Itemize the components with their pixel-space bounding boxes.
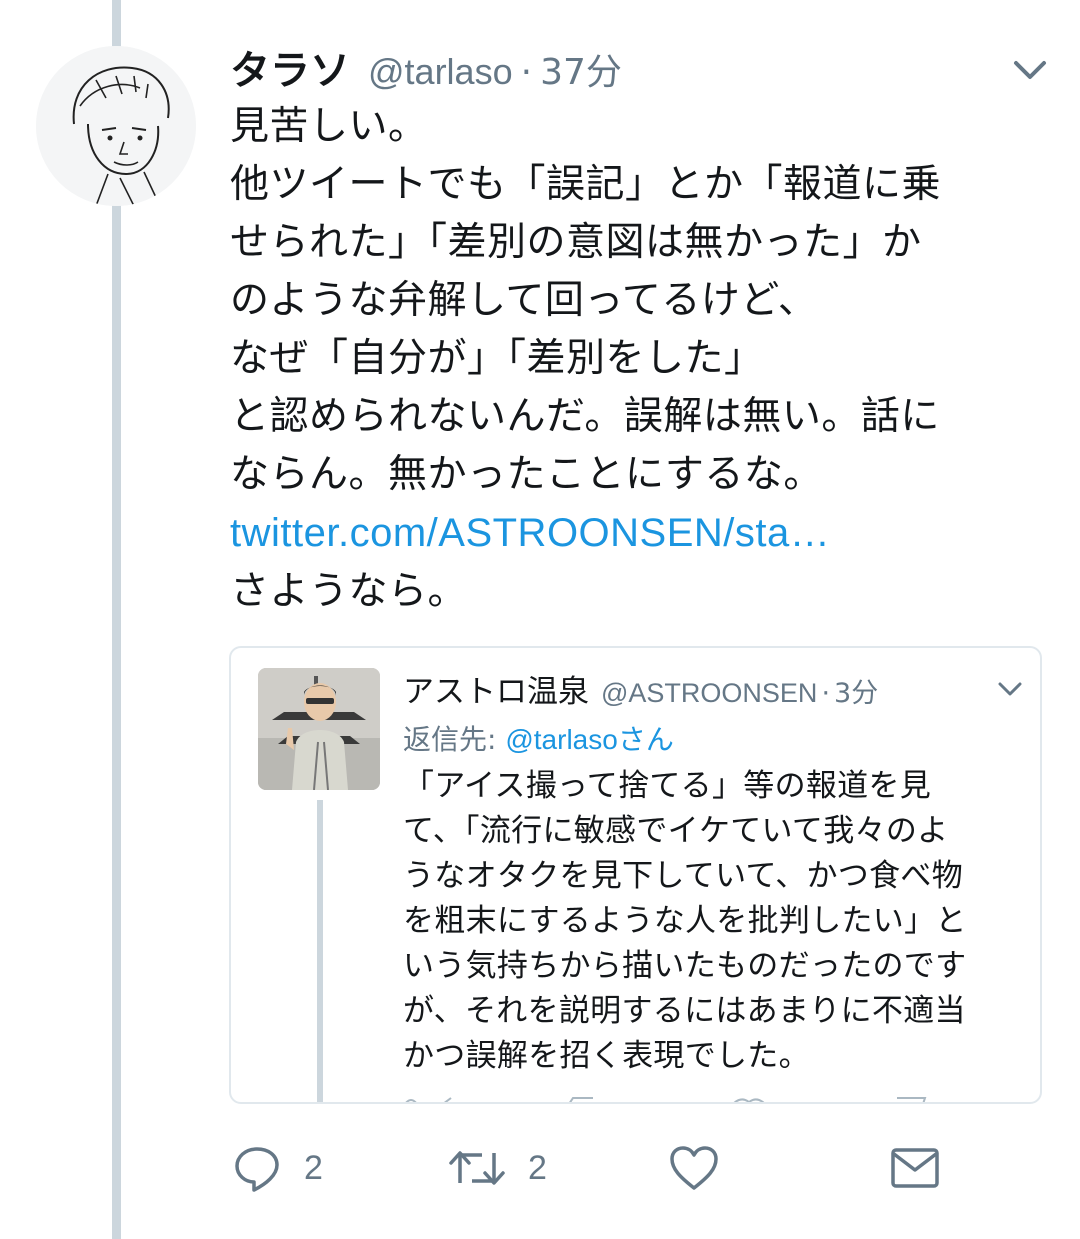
tweet-actions: 2 2 xyxy=(228,1140,988,1200)
tweet-text-line: せられた」「差別の意図は無かった」か xyxy=(230,220,922,265)
quoted-timestamp[interactable]: 3分 xyxy=(834,671,878,710)
quoted-text-line: を粗末にするような人を批判したい」と xyxy=(403,903,967,939)
quoted-user-handle[interactable]: @ASTROONSEN xyxy=(601,678,817,709)
quoted-text-line: 「アイス撮って捨てる」等の報道を見 xyxy=(403,768,932,804)
quoted-text-line: いう気持ちから描いたものだったのです xyxy=(403,948,967,984)
quoted-actions-cut-off xyxy=(405,1097,927,1102)
retweet-icon xyxy=(449,1151,505,1185)
tweet-text-line: 他ツイートでも「誤記」とか「報道に乗 xyxy=(230,162,942,207)
portrait-photo-icon xyxy=(258,668,380,790)
tweet-text-line: なぜ「自分が」「差別をした」 xyxy=(230,336,764,381)
tweet-header: タラソ @tarlaso · 37分 xyxy=(230,38,622,102)
tweet-text-line: さようなら。 xyxy=(230,569,468,614)
user-handle[interactable]: @tarlaso xyxy=(368,51,513,93)
tweet-link[interactable]: twitter.com/ASTROONSEN/sta… xyxy=(230,511,830,555)
reply-button[interactable]: 2 xyxy=(232,1140,323,1196)
tweet-text-line: ならん。無かったことにするな。 xyxy=(230,452,823,497)
tweet-text-line: 見苦しい。 xyxy=(230,104,428,149)
chevron-down-icon[interactable] xyxy=(997,680,1023,698)
timestamp[interactable]: 37分 xyxy=(540,43,622,95)
quoted-text: 「アイス撮って捨てる」等の報道を見 て、「流行に敏感でイケていて我々のよ うなオ… xyxy=(403,764,1023,1079)
separator-dot: · xyxy=(821,678,831,709)
quoted-text-line: かつ誤解を招く表現でした。 xyxy=(403,1038,810,1074)
quoted-text-line: うなオタクを見下していて、かつ食べ物 xyxy=(403,858,963,894)
separator-dot: · xyxy=(520,52,533,93)
quoted-thread-line xyxy=(317,800,323,1102)
direct-message-button[interactable] xyxy=(890,1140,940,1196)
chevron-down-icon[interactable] xyxy=(1012,58,1048,82)
display-name[interactable]: タラソ xyxy=(230,38,350,96)
quoted-text-line: が、それを説明するにはあまりに不適当 xyxy=(403,993,966,1029)
quoted-header: アストロ温泉 @ASTROONSEN · 3分 xyxy=(403,666,878,711)
reply-icon xyxy=(235,1147,279,1192)
tweet-text-line: のような弁解して回ってるけど、 xyxy=(230,278,818,323)
quoted-avatar[interactable] xyxy=(258,668,380,790)
like-button[interactable] xyxy=(668,1140,720,1196)
reply-count: 2 xyxy=(304,1148,323,1187)
reply-to-line: 返信先: @tarlasoさん xyxy=(403,718,674,758)
avatar[interactable] xyxy=(36,46,196,206)
retweet-button[interactable]: 2 xyxy=(448,1140,547,1196)
tweet-text: 見苦しい。 他ツイートでも「誤記」とか「報道に乗 せられた」「差別の意図は無かっ… xyxy=(230,98,1060,621)
message-icon xyxy=(891,1148,939,1188)
quoted-display-name[interactable]: アストロ温泉 xyxy=(403,666,589,711)
quoted-text-line: て、「流行に敏感でイケていて我々のよ xyxy=(403,813,949,849)
reply-to-user-link[interactable]: @tarlaso xyxy=(505,724,617,755)
like-icon xyxy=(670,1146,718,1190)
sketch-portrait-icon xyxy=(36,46,196,206)
reply-to-suffix: さん xyxy=(617,723,674,756)
reply-to-label: 返信先: xyxy=(403,723,506,756)
retweet-count: 2 xyxy=(528,1148,547,1187)
tweet-text-line: と認められないんだ。誤解は無い。話に xyxy=(230,394,940,439)
quoted-tweet[interactable]: アストロ温泉 @ASTROONSEN · 3分 返信先: @tarlasoさん … xyxy=(229,646,1042,1104)
